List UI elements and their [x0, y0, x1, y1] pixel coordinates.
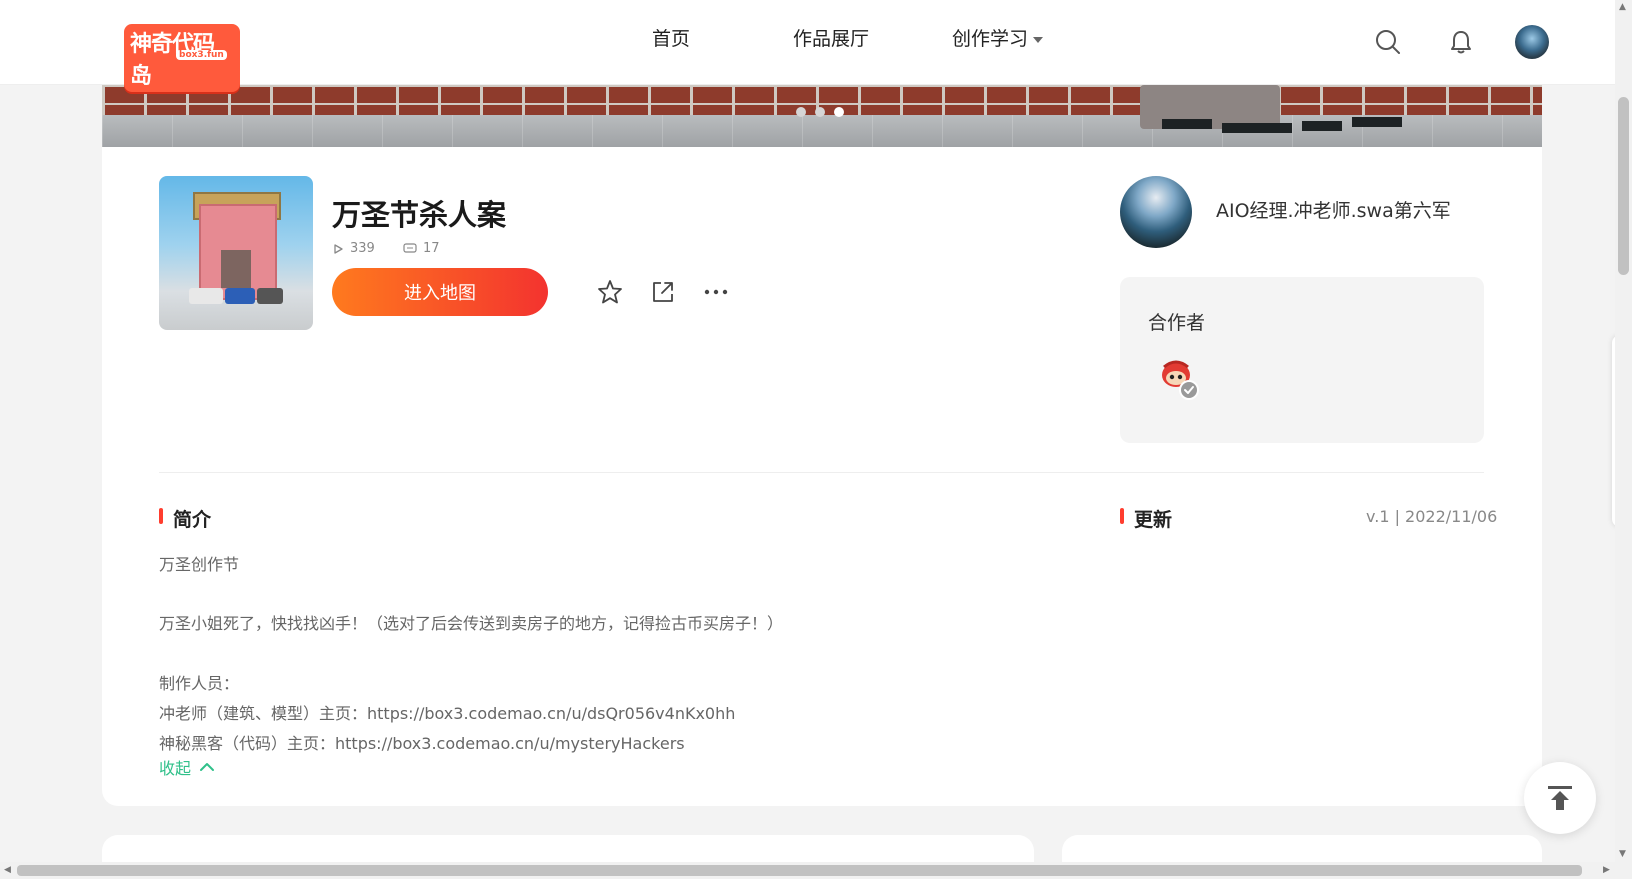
comment-icon	[403, 242, 417, 253]
top-header: 神奇代码岛 box3.fun 首页 作品展厅 创作学习	[0, 0, 1615, 92]
author-name[interactable]: AIO经理.冲老师.swa第六军	[1216, 196, 1451, 223]
play-icon	[334, 243, 343, 254]
intro-line: 制作人员：	[159, 674, 240, 693]
scroll-left-icon[interactable]: ◀	[4, 865, 11, 875]
collapse-label: 收起	[159, 759, 192, 778]
star-icon[interactable]	[596, 278, 624, 306]
enter-map-button[interactable]: 进入地图	[332, 268, 548, 316]
work-title: 万圣节杀人案	[332, 198, 507, 232]
section-divider	[159, 472, 1484, 473]
caret-down-icon	[1033, 36, 1044, 43]
work-cover-image	[159, 176, 313, 330]
scroll-right-icon[interactable]: ▶	[1603, 865, 1610, 875]
nav-home[interactable]: 首页	[652, 24, 690, 51]
carousel-dot-active[interactable]	[834, 107, 844, 117]
logo-subtext: box3.fun	[176, 50, 227, 60]
cooperators-title: 合作者	[1148, 312, 1206, 334]
intro-title: 简介	[173, 509, 212, 531]
nav-learn-label: 创作学习	[952, 28, 1029, 50]
carousel-dot[interactable]	[796, 107, 806, 117]
cooperator-avatar[interactable]	[1156, 357, 1200, 401]
update-version: v.1 | 2022/11/06	[1366, 507, 1498, 526]
share-icon[interactable]	[649, 278, 677, 306]
site-logo[interactable]: 神奇代码岛 box3.fun	[124, 24, 240, 92]
author-avatar[interactable]	[1120, 176, 1192, 248]
intro-line: 万圣创作节	[159, 555, 240, 574]
intro-accent-bar	[159, 508, 163, 524]
play-count: 339	[332, 241, 375, 256]
scroll-down-icon[interactable]: ▼	[1619, 849, 1626, 859]
carousel-dot[interactable]	[815, 107, 825, 117]
collapse-button[interactable]: 收起	[159, 755, 215, 779]
update-title: 更新	[1134, 509, 1173, 531]
vertical-scrollbar-thumb[interactable]	[1618, 97, 1629, 275]
more-icon[interactable]	[702, 278, 730, 306]
arrow-to-top-icon	[1548, 786, 1572, 810]
update-accent-bar	[1120, 508, 1124, 524]
intro-line: 神秘黑客（代码）主页：https://box3.codemao.cn/u/mys…	[159, 734, 685, 753]
nav-learn[interactable]: 创作学习	[952, 24, 1044, 51]
comment-count: 17	[403, 241, 440, 256]
scroll-up-icon[interactable]: ▲	[1619, 2, 1626, 12]
user-avatar[interactable]	[1515, 25, 1549, 59]
nav-gallery[interactable]: 作品展厅	[793, 24, 869, 51]
chevron-up-icon	[200, 763, 215, 771]
bell-icon[interactable]	[1447, 28, 1475, 56]
intro-line: 冲老师（建筑、模型）主页：https://box3.codemao.cn/u/d…	[159, 704, 736, 723]
horizontal-scrollbar-thumb[interactable]	[17, 865, 1582, 876]
search-icon[interactable]	[1374, 28, 1402, 56]
intro-line: 万圣小姐死了，快找找凶手！（选对了后会传送到卖房子的地方，记得捡古币买房子！）	[159, 614, 784, 633]
comment-count-value: 17	[423, 241, 440, 256]
play-count-value: 339	[350, 241, 375, 256]
back-to-top-button[interactable]	[1524, 762, 1596, 834]
